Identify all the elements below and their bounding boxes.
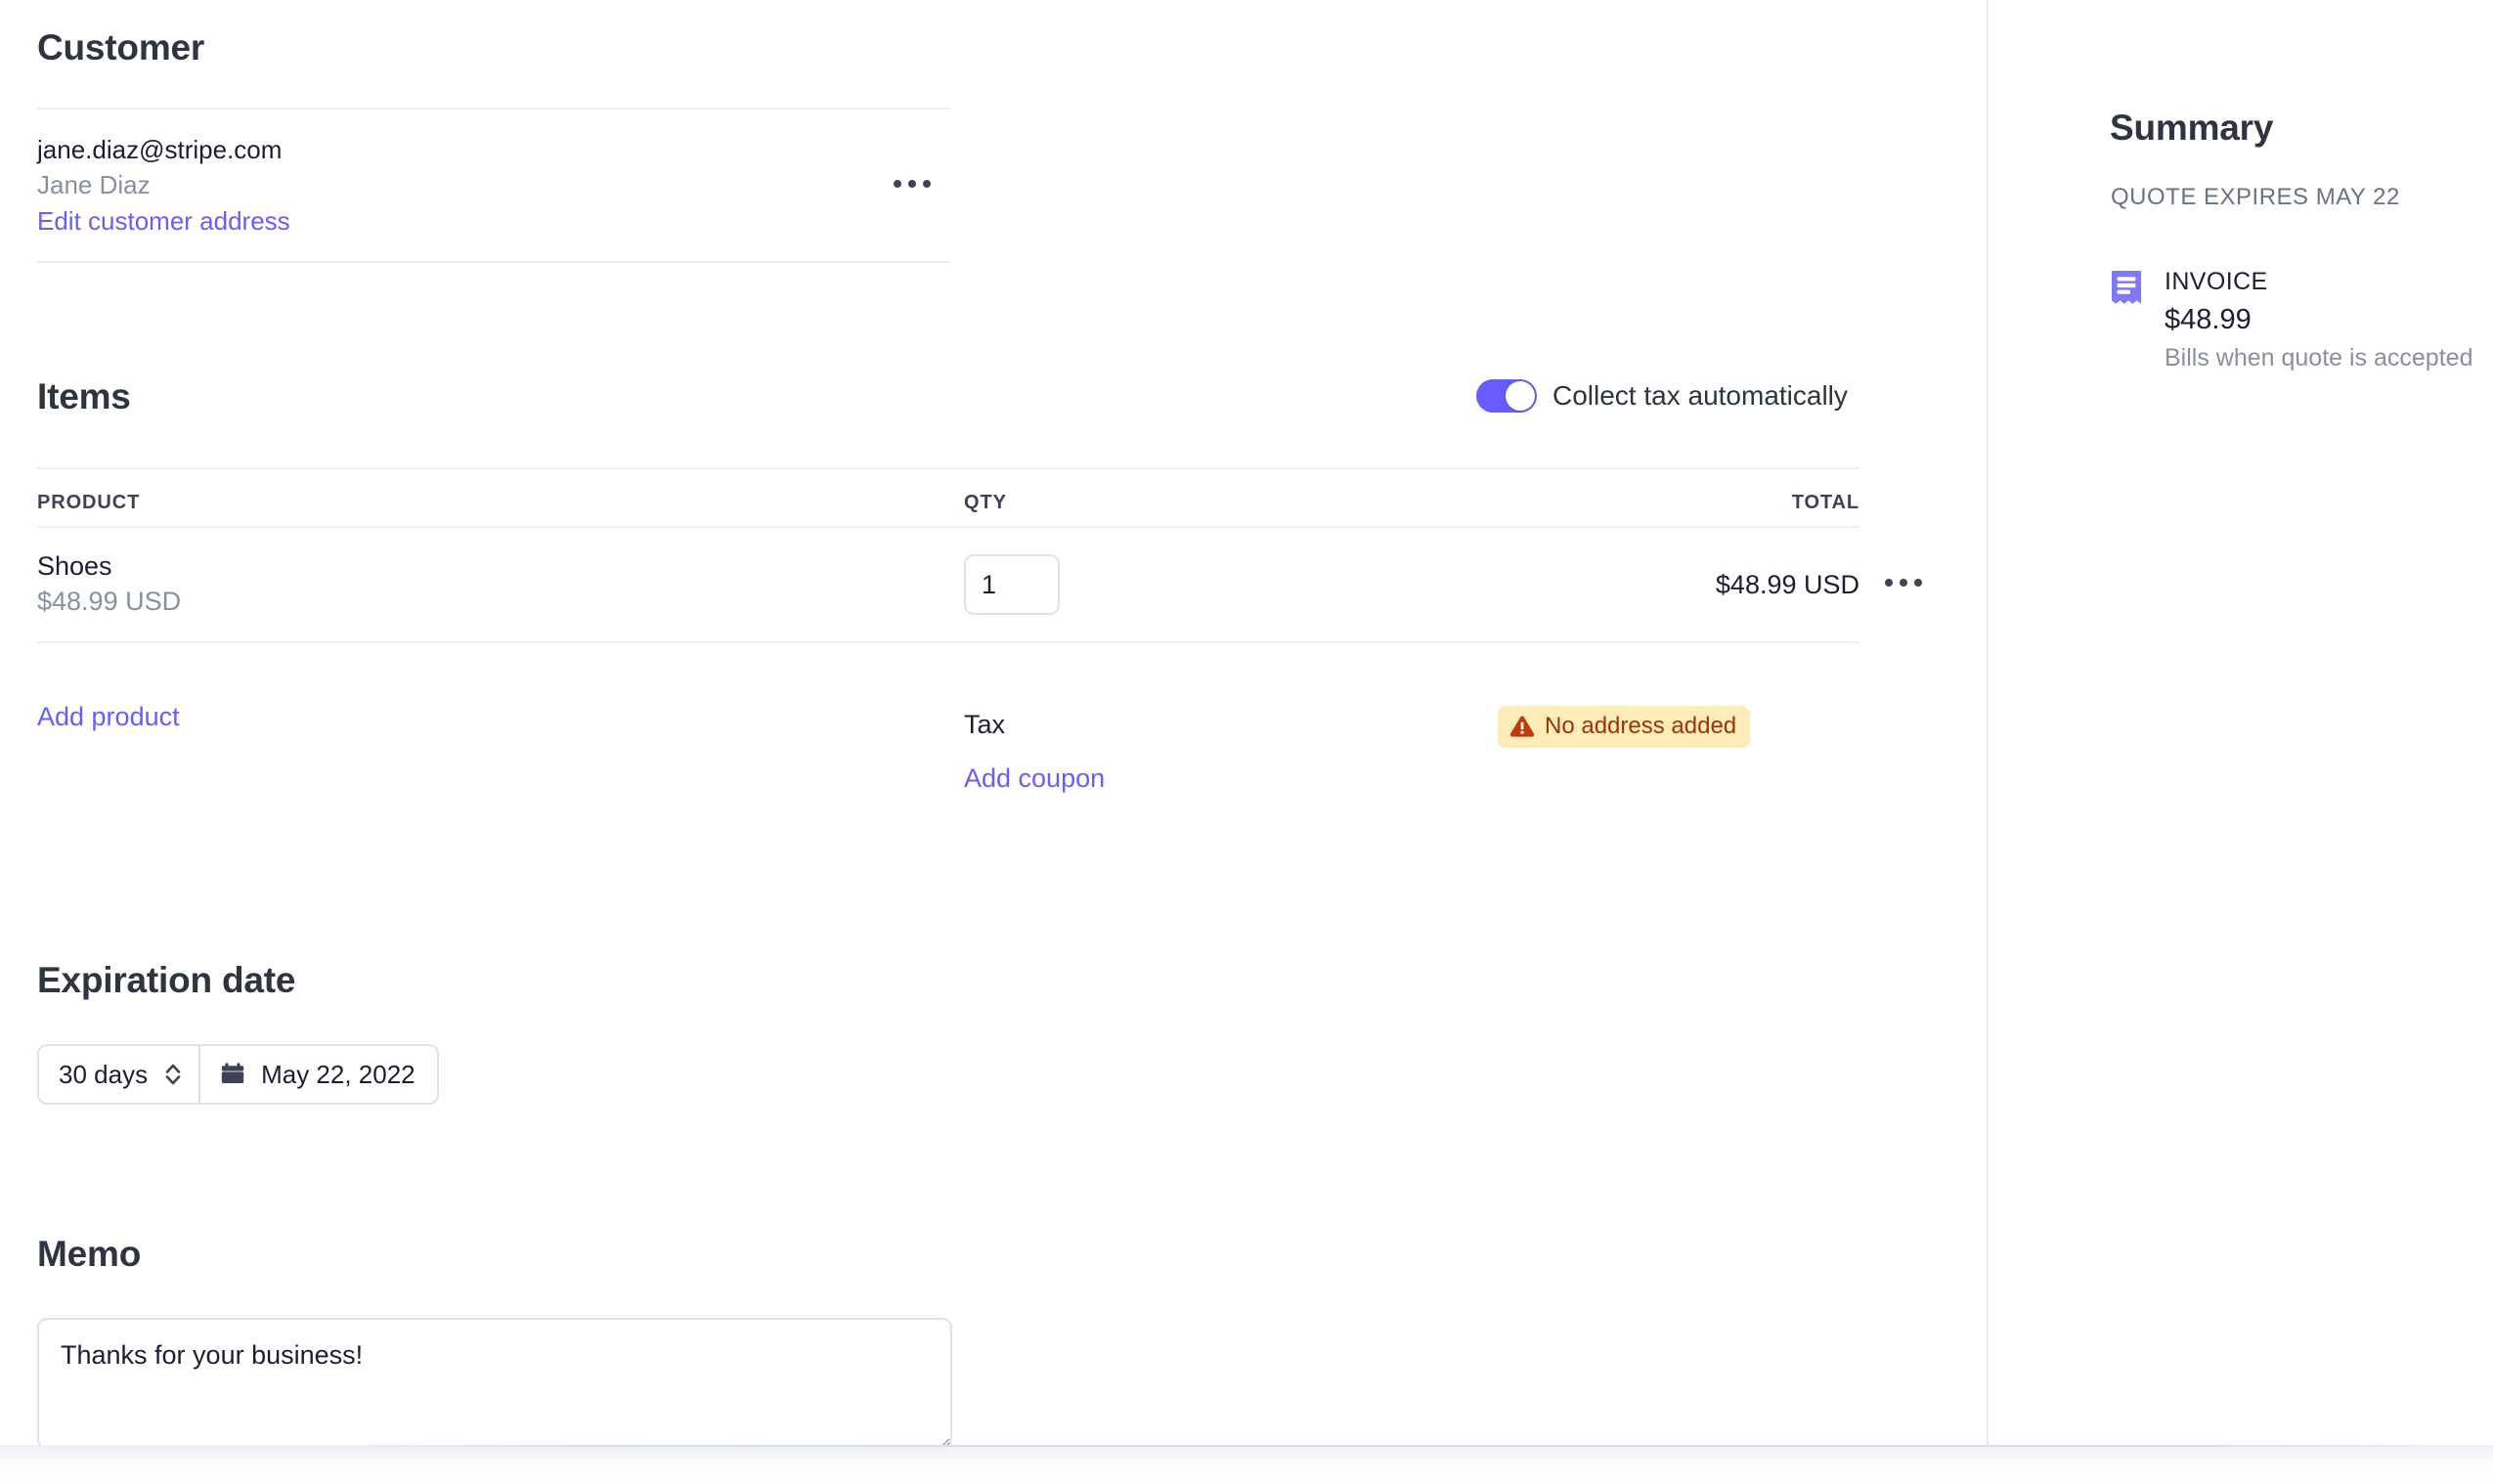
customer-card: jane.diaz@stripe.com Jane Diaz Edit cust… <box>37 108 950 263</box>
customer-email: jane.diaz@stripe.com <box>37 135 283 164</box>
summary-invoice-label: INVOICE <box>2165 268 2268 295</box>
page-bottom-divider <box>293 1445 2493 1447</box>
expiration-section-heading: Expiration date <box>37 960 296 1000</box>
expiration-date-picker[interactable]: May 22, 2022 <box>200 1046 437 1103</box>
memo-section-heading: Memo <box>37 1234 142 1274</box>
add-coupon-link[interactable]: Add coupon <box>964 764 1105 794</box>
item-total: $48.99 USD <box>1715 569 1859 599</box>
ellipsis-icon[interactable] <box>1885 579 1922 587</box>
collect-tax-label: Collect tax automatically <box>1553 380 1848 411</box>
item-unit-price: $48.99 USD <box>37 587 182 617</box>
summary-invoice-details: INVOICE $48.99 Bills when quote is accep… <box>2165 266 2472 375</box>
summary-invoice-row: INVOICE $48.99 Bills when quote is accep… <box>2110 266 2472 375</box>
items-table-header: PRODUCT QTY TOTAL <box>37 467 1859 528</box>
customer-section-heading: Customer <box>37 27 205 67</box>
item-product-name: Shoes <box>37 550 112 581</box>
add-product-link[interactable]: Add product <box>37 702 180 732</box>
invoice-receipt-icon <box>2112 271 2141 304</box>
expiration-duration-select[interactable]: 30 days <box>39 1046 201 1103</box>
tax-label: Tax <box>964 710 1006 739</box>
column-header-total: TOTAL <box>1791 492 1859 513</box>
summary-invoice-note: Bills when quote is accepted <box>2165 344 2473 372</box>
warning-triangle-icon <box>1509 716 1535 737</box>
summary-expiry-note: QUOTE EXPIRES MAY 22 <box>2111 184 2400 210</box>
column-header-qty: QTY <box>964 492 1007 513</box>
ellipsis-icon[interactable] <box>894 180 931 188</box>
chevron-up-down-icon <box>165 1064 181 1085</box>
status-badge: No address added <box>1498 706 1751 748</box>
expiration-date-group: 30 days May 22, 2022 <box>37 1044 439 1105</box>
panel-divider <box>1987 0 1989 1447</box>
collect-tax-toggle-group[interactable]: Collect tax automatically <box>1476 379 1848 413</box>
item-qty-cell <box>964 554 1648 615</box>
table-row: Shoes $48.99 USD $48.99 USD <box>37 528 1922 643</box>
status-badge-label: No address added <box>1545 713 1737 739</box>
calendar-icon <box>221 1063 244 1083</box>
items-table: PRODUCT QTY TOTAL Shoes $48.99 USD $48.9… <box>37 467 1922 643</box>
summary-heading: Summary <box>2110 108 2274 148</box>
memo-textarea[interactable] <box>37 1318 952 1449</box>
customer-name: Jane Diaz <box>37 170 151 200</box>
page-bottom-shadow <box>0 1445 2493 1484</box>
quantity-input[interactable] <box>964 554 1060 615</box>
edit-customer-address-link[interactable]: Edit customer address <box>37 203 950 240</box>
expiration-duration-value: 30 days <box>59 1059 149 1089</box>
collect-tax-toggle[interactable] <box>1476 379 1537 413</box>
expiration-date-value: May 22, 2022 <box>261 1059 416 1089</box>
toggle-knob <box>1506 381 1535 411</box>
item-product-cell: Shoes $48.99 USD <box>37 548 964 621</box>
column-header-product: PRODUCT <box>37 492 141 513</box>
quote-editor-page: Customer jane.diaz@stripe.com Jane Diaz … <box>0 0 2493 1484</box>
summary-invoice-amount: $48.99 <box>2165 303 2252 335</box>
items-section-heading: Items <box>37 376 131 416</box>
